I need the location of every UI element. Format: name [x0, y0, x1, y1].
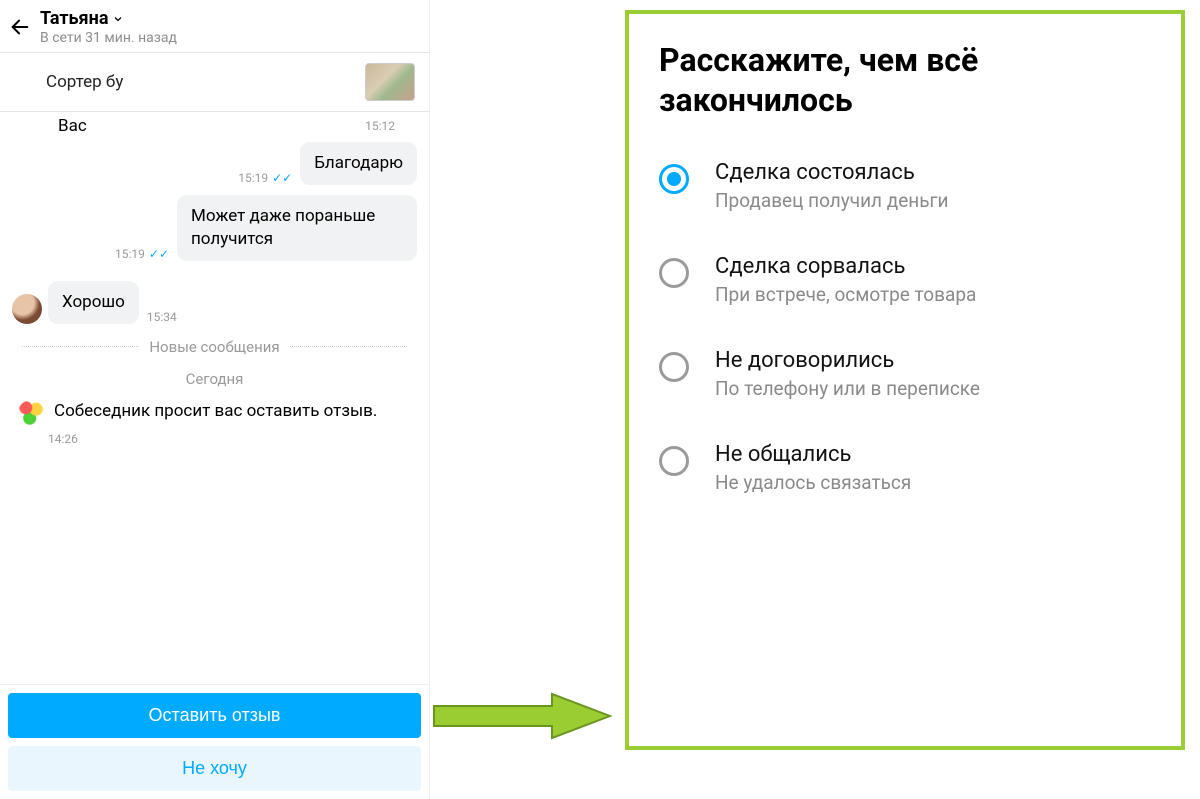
option-subtitle: По телефону или в переписке — [715, 377, 980, 400]
option-title: Сделка сорвалась — [715, 254, 976, 279]
option-subtitle: Продавец получил деньги — [715, 189, 949, 212]
messages-area: Вас 15:12 15:19✓✓ Благодарю 15:19✓✓ Може… — [0, 112, 429, 684]
system-message: Собеседник просит вас оставить отзыв. — [12, 400, 417, 426]
radio-icon[interactable] — [659, 164, 689, 194]
system-icon — [18, 400, 44, 426]
system-time: 14:26 — [12, 432, 417, 446]
survey-option-deal-failed[interactable]: Сделка сорвалась При встрече, осмотре то… — [659, 254, 1151, 306]
chevron-down-icon — [112, 13, 124, 25]
prev-message-tail: Вас 15:12 — [12, 112, 417, 136]
system-text: Собеседник просит вас оставить отзыв. — [54, 400, 377, 426]
option-subtitle: Не удалось связаться — [715, 471, 911, 494]
message-row: 15:19✓✓ Может даже пораньше получится — [12, 195, 417, 261]
avatar[interactable] — [12, 294, 42, 324]
survey-option-no-agreement[interactable]: Не договорились По телефону или в перепи… — [659, 348, 1151, 400]
listing-row[interactable]: Сортер бу — [0, 53, 429, 112]
message-time: 15:19✓✓ — [238, 171, 292, 185]
option-title: Сделка состоялась — [715, 160, 949, 185]
option-title: Не договорились — [715, 348, 980, 373]
read-ticks-icon: ✓✓ — [149, 247, 169, 261]
option-subtitle: При встрече, осмотре товара — [715, 283, 976, 306]
flow-arrow-icon — [432, 692, 612, 740]
survey-option-no-contact[interactable]: Не общались Не удалось связаться — [659, 442, 1151, 494]
read-ticks-icon: ✓✓ — [272, 171, 292, 185]
prev-message-time: 15:12 — [365, 119, 395, 133]
contact-name[interactable]: Татьяна — [40, 8, 177, 29]
last-seen: В сети 31 мин. назад — [40, 30, 177, 46]
chat-panel: Татьяна В сети 31 мин. назад Сортер бу В… — [0, 0, 430, 799]
action-bar: Оставить отзыв Не хочу — [0, 684, 429, 799]
option-title: Не общались — [715, 442, 911, 467]
decline-button[interactable]: Не хочу — [8, 746, 421, 791]
message-row: Хорошо 15:34 — [12, 281, 417, 324]
message-bubble: Хорошо — [48, 281, 139, 324]
radio-icon[interactable] — [659, 352, 689, 382]
message-row: 15:19✓✓ Благодарю — [12, 142, 417, 185]
message-bubble: Благодарю — [300, 142, 417, 185]
survey-option-deal-done[interactable]: Сделка состоялась Продавец получил деньг… — [659, 160, 1151, 212]
prev-message-text: Вас — [58, 116, 87, 136]
message-time: 15:19✓✓ — [115, 247, 169, 261]
message-time: 15:34 — [147, 310, 177, 324]
radio-icon[interactable] — [659, 446, 689, 476]
survey-panel: Расскажите, чем всё закончилось Сделка с… — [625, 10, 1185, 750]
contact-name-text: Татьяна — [40, 8, 108, 29]
new-messages-divider: Новые сообщения — [12, 338, 417, 356]
chat-header: Татьяна В сети 31 мин. назад — [0, 0, 429, 53]
listing-thumbnail — [365, 63, 415, 101]
day-label: Сегодня — [12, 370, 417, 388]
survey-title: Расскажите, чем всё закончилось — [659, 40, 1151, 120]
listing-title: Сортер бу — [46, 72, 123, 92]
leave-review-button[interactable]: Оставить отзыв — [8, 693, 421, 738]
message-bubble: Может даже пораньше получится — [177, 195, 417, 261]
radio-icon[interactable] — [659, 258, 689, 288]
back-arrow-icon[interactable] — [6, 13, 34, 41]
